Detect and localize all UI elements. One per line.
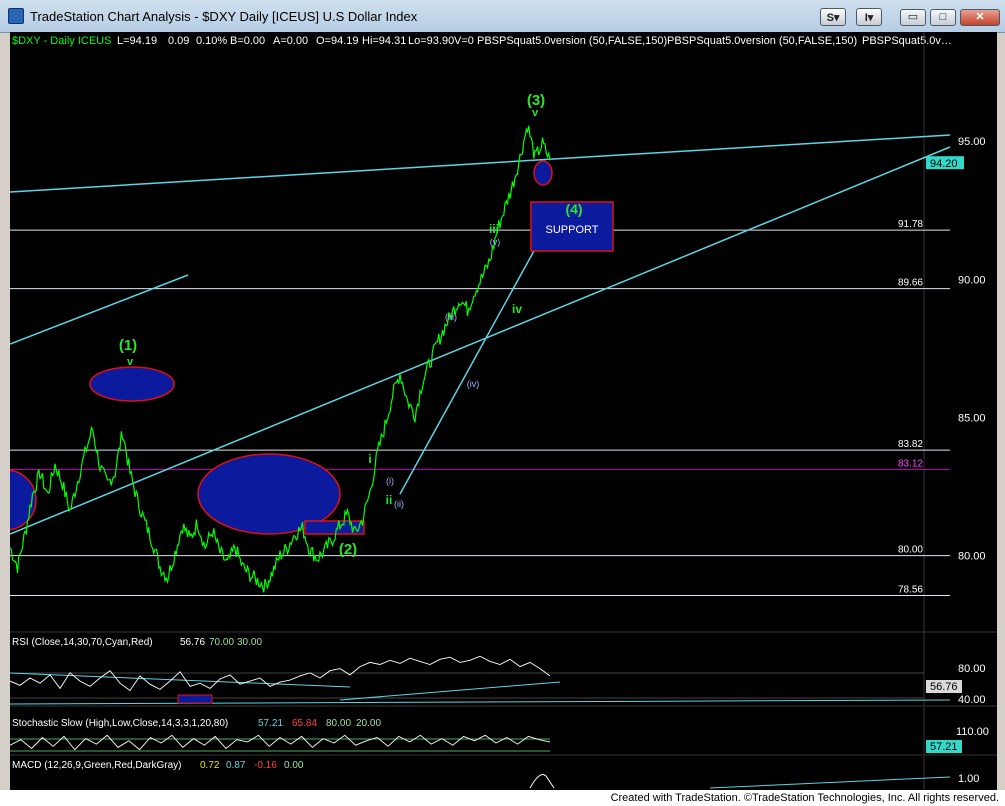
- price-axis-tick-1: 85.00: [958, 412, 986, 424]
- header-open: O=94.19: [316, 35, 359, 47]
- stoch-oversold: 20.00: [356, 718, 381, 729]
- horizontal-levels: 91.78 89.66 83.82 83.12 80.00 78.56: [10, 219, 950, 596]
- rsi-axis-80: 80.00: [958, 663, 986, 675]
- wave-label-2: (2): [339, 541, 357, 558]
- support-label: SUPPORT: [546, 224, 599, 236]
- upper-channel-line: [10, 134, 951, 193]
- ellipse-wave-1-top: [89, 366, 175, 402]
- wave-label-iii: iii: [489, 222, 499, 236]
- footer-credit: Created with TradeStation. ©TradeStation…: [610, 792, 999, 804]
- wave-label-minor-ii: (ii): [394, 499, 404, 509]
- rsi-axis-40: 40.00: [958, 694, 986, 706]
- header-percent: 0.10%: [196, 35, 227, 47]
- price-axis: 80.00 85.00 90.00 95.00: [958, 136, 986, 563]
- ellipse-wave-3-pullback: [533, 160, 553, 186]
- header-change: 0.09: [168, 35, 189, 47]
- short-parallel-line: [10, 274, 189, 345]
- price-axis-tick-2: 90.00: [958, 274, 986, 286]
- wave-label-iv: iv: [512, 302, 522, 316]
- macd-value-3: -0.16: [254, 760, 277, 771]
- window-titlebar: TradeStation Chart Analysis - $DXY Daily…: [0, 0, 1005, 33]
- lower-trend-line: [10, 146, 951, 535]
- stoch-title: Stochastic Slow (High,Low,Close,14,3,3,1…: [12, 718, 228, 729]
- stoch-overbought: 80.00: [326, 718, 351, 729]
- level-label-2: 83.82: [898, 439, 923, 450]
- rsi-value: 56.76: [180, 637, 205, 648]
- wave-label-i: i: [368, 452, 371, 466]
- wave-label-minor-v: (v): [490, 237, 501, 247]
- maximize-icon: □: [939, 11, 947, 23]
- header-bid: B=0.00: [230, 35, 265, 47]
- header-indicator-3: PBSPSquat5.0v…: [862, 35, 952, 47]
- window-title: TradeStation Chart Analysis - $DXY Daily…: [30, 9, 418, 24]
- annotation-shapes: SUPPORT: [10, 160, 614, 535]
- level-label-1: 89.66: [898, 278, 923, 289]
- minimize-button[interactable]: ▭: [900, 9, 926, 26]
- rsi-long-trend: [10, 699, 951, 705]
- last-price-label: 94.20: [930, 158, 958, 170]
- stoch-value-d: 65.84: [292, 718, 317, 729]
- close-button[interactable]: ✕: [960, 9, 1000, 26]
- wave-label-1-v: v: [127, 356, 134, 368]
- macd-pane: MACD (12,26,9,Green,Red,DarkGray) 0.72 0…: [12, 760, 979, 789]
- stochastic-pane: Stochastic Slow (High,Low,Close,14,3,3,1…: [10, 718, 989, 753]
- header-indicator-1: PBSPSquat5.0version (50,FALSE,150): [477, 35, 667, 47]
- level-label-3: 83.12: [898, 458, 923, 469]
- chevron-down-icon: ▾: [833, 12, 840, 24]
- stoch-axis-label: 110.00: [956, 726, 989, 738]
- macd-title: MACD (12,26,9,Green,Red,DarkGray): [12, 760, 182, 771]
- symbol-link-s-button[interactable]: S▾: [820, 8, 846, 26]
- wave-label-minor-i: (i): [386, 476, 394, 486]
- level-label-0: 91.78: [898, 219, 923, 230]
- price-axis-tick-3: 95.00: [958, 136, 986, 148]
- level-label-5: 78.56: [898, 584, 923, 595]
- close-icon: ✕: [975, 11, 985, 23]
- wave-label-ii: ii: [386, 493, 393, 507]
- level-label-4: 80.00: [898, 545, 923, 556]
- chevron-down-icon: ▾: [867, 12, 874, 24]
- stoch-line: [10, 734, 551, 751]
- stoch-value-k: 57.21: [258, 718, 283, 729]
- macd-trend-line: [709, 776, 951, 789]
- macd-value-2: 0.87: [226, 760, 246, 771]
- wave-label-minor-iv: (iv): [467, 379, 480, 389]
- macd-value-1: 0.72: [200, 760, 220, 771]
- macd-line: [529, 774, 555, 789]
- rsi-pane: RSI (Close,14,30,70,Cyan,Red) 56.76 70.0…: [10, 637, 986, 706]
- maximize-button[interactable]: □: [930, 9, 956, 26]
- rsi-trend-upper: [10, 672, 351, 688]
- header-ask: A=0.00: [273, 35, 308, 47]
- price-axis-tick-0: 80.00: [958, 551, 986, 563]
- header-last: L=94.19: [117, 35, 157, 47]
- rsi-oversold: 30.00: [237, 637, 262, 648]
- header-symbol: $DXY - Daily ICEUS: [12, 35, 111, 47]
- rsi-trend-lower: [339, 681, 561, 701]
- header-high: Hi=94.31: [362, 35, 406, 47]
- wave-label-1: (1): [119, 337, 137, 354]
- macd-value-4: 0.00: [284, 760, 304, 771]
- chart-area[interactable]: $DXY - Daily ICEUS L=94.19 0.09 0.10% B=…: [10, 32, 997, 790]
- rsi-low-box: [177, 694, 213, 704]
- minimize-icon: ▭: [907, 11, 919, 23]
- wave-label-minor-iii: (iii): [445, 312, 457, 322]
- chart-header: $DXY - Daily ICEUS L=94.19 0.09 0.10% B=…: [12, 35, 952, 47]
- interval-link-i-button[interactable]: I▾: [856, 8, 882, 26]
- steep-trend-line: [399, 239, 541, 495]
- tradestation-app-icon: [8, 8, 24, 24]
- trend-lines: [10, 134, 951, 535]
- header-low: Lo=93.90: [408, 35, 454, 47]
- rsi-overbought: 70.00: [209, 637, 234, 648]
- wave-label-4: (4): [565, 201, 582, 217]
- price-chart-svg[interactable]: $DXY - Daily ICEUS L=94.19 0.09 0.10% B=…: [10, 32, 997, 790]
- rsi-title: RSI (Close,14,30,70,Cyan,Red): [12, 637, 153, 648]
- stoch-current-label: 57.21: [930, 741, 958, 753]
- header-volume: V=0: [454, 35, 474, 47]
- symbol-link-s-label: S: [826, 12, 834, 24]
- wave-label-3-v: v: [532, 107, 539, 119]
- header-indicator-2: PBSPSquat5.0version (50,FALSE,150): [667, 35, 857, 47]
- macd-axis-label: 1.00: [958, 773, 979, 785]
- rsi-current-label: 56.76: [930, 681, 958, 693]
